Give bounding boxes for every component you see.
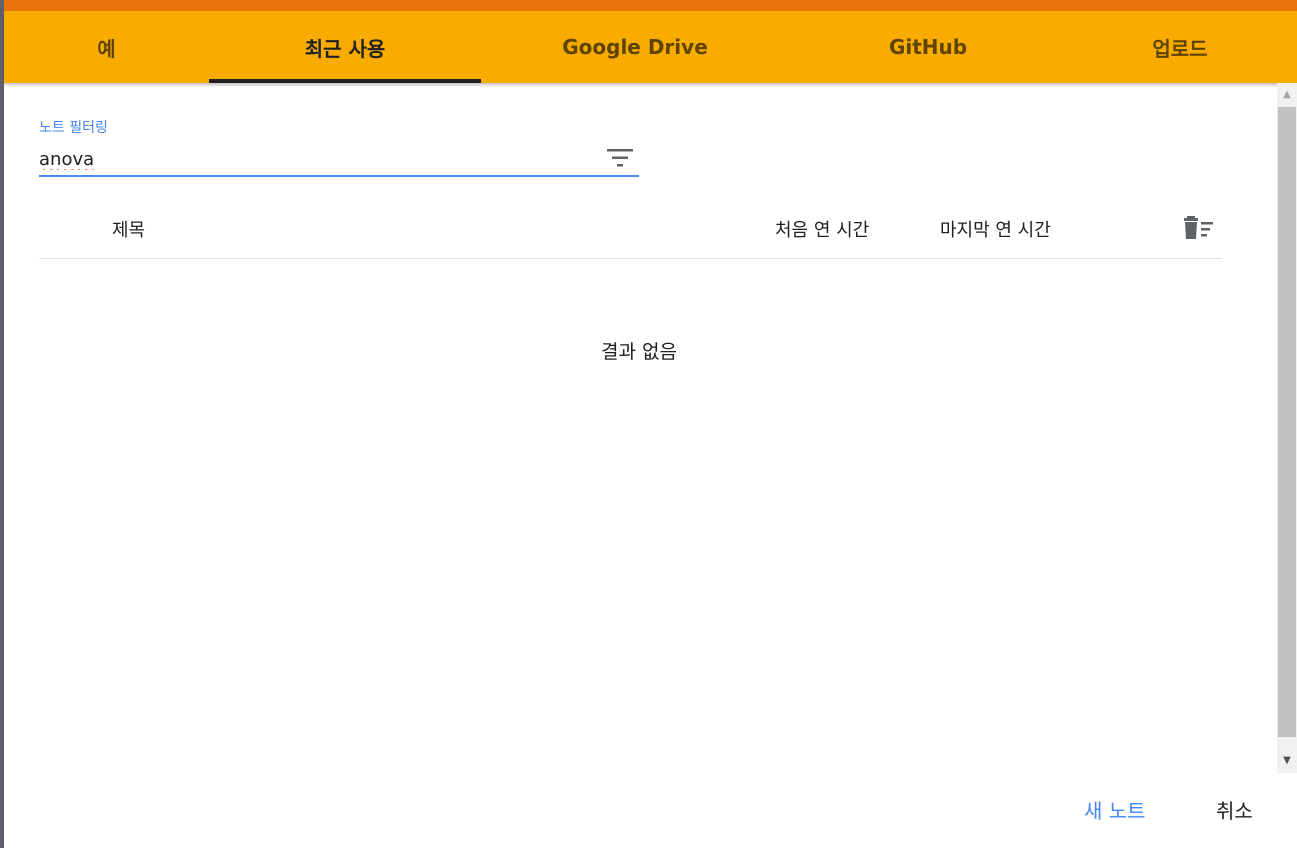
tab-bar: 예 최근 사용 Google Drive GitHub 업로드 — [4, 11, 1297, 83]
tab-github[interactable]: GitHub — [789, 11, 1067, 83]
column-header-title[interactable]: 제목 — [112, 216, 145, 242]
active-tab-indicator — [209, 79, 481, 83]
tab-upload[interactable]: 업로드 — [1067, 11, 1293, 83]
column-header-first-opened[interactable]: 처음 연 시간 — [775, 216, 869, 242]
column-header-last-opened[interactable]: 마지막 연 시간 — [940, 216, 1051, 242]
open-notebook-dialog: 예 최근 사용 Google Drive GitHub 업로드 노트 필터링 제… — [4, 11, 1297, 848]
scrollbar-thumb[interactable] — [1278, 107, 1296, 737]
window-top-strip — [0, 0, 1297, 11]
cancel-button[interactable]: 취소 — [1216, 795, 1253, 824]
table-header-divider — [39, 258, 1222, 259]
filter-list-icon[interactable] — [605, 145, 635, 171]
filter-notebooks-input[interactable] — [39, 145, 599, 173]
tab-recent[interactable]: 최근 사용 — [209, 11, 481, 83]
scroll-up-arrow-icon[interactable]: ▲ — [1277, 85, 1297, 103]
vertical-scrollbar[interactable]: ▲ ▼ — [1277, 83, 1297, 773]
delete-sweep-icon[interactable] — [1182, 214, 1218, 240]
tab-examples[interactable]: 예 — [4, 11, 209, 83]
tab-google-drive[interactable]: Google Drive — [481, 11, 789, 83]
empty-results-message: 결과 없음 — [601, 341, 677, 363]
filter-input-underline — [39, 175, 639, 177]
scroll-down-arrow-icon[interactable]: ▼ — [1277, 751, 1297, 769]
filter-label: 노트 필터링 — [39, 120, 108, 136]
new-notebook-button[interactable]: 새 노트 — [1084, 795, 1146, 824]
